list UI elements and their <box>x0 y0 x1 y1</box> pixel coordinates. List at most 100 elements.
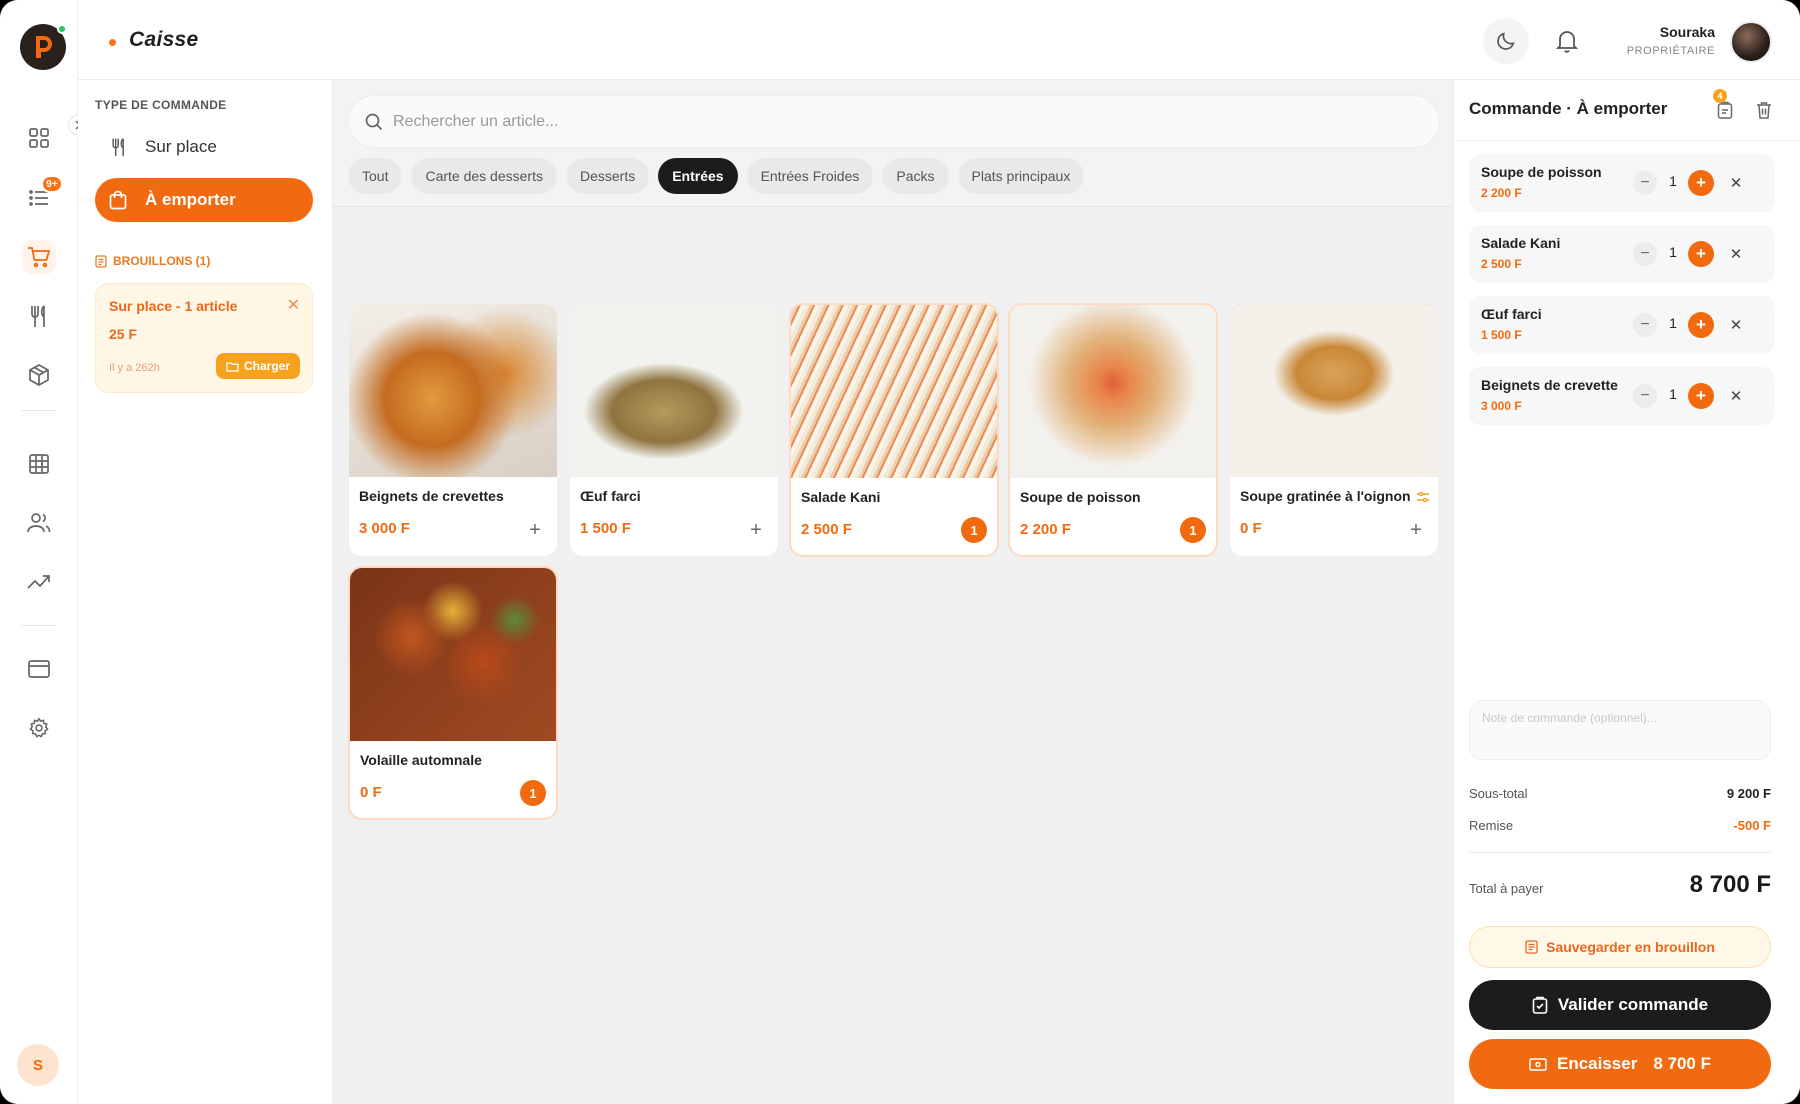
order-type-panel: TYPE DE COMMANDE Sur place À emporter BR… <box>78 80 333 1104</box>
nav-menu[interactable] <box>22 299 56 333</box>
validate-order-button[interactable]: Valider commande <box>1469 980 1771 1030</box>
tables-grid-icon <box>29 454 49 474</box>
cash-icon <box>1529 1057 1547 1071</box>
product-image-autumn-poultry <box>350 568 556 741</box>
minus-icon: − <box>1640 316 1650 333</box>
category-tab-plats-principaux[interactable]: Plats principaux <box>957 158 1085 194</box>
plus-icon: + <box>1696 386 1706 405</box>
clear-order-button[interactable] <box>1752 98 1776 122</box>
plus-icon: + <box>1696 315 1706 334</box>
product-card[interactable]: Soupe gratinée à l'oignon 0 F + <box>1229 303 1439 557</box>
nav-analytics[interactable] <box>22 565 56 599</box>
search-bar[interactable] <box>348 95 1440 148</box>
nav-dashboard[interactable] <box>22 121 56 155</box>
category-tab-entrees-froides[interactable]: Entrées Froides <box>746 158 874 194</box>
nav-products[interactable] <box>22 358 56 392</box>
order-item-price: 3 000 F <box>1481 399 1522 413</box>
increase-qty-button[interactable]: + <box>1688 241 1714 267</box>
product-card[interactable]: Soupe de poisson 2 200 F 1 <box>1008 303 1218 557</box>
user-name: Souraka <box>1659 24 1715 40</box>
order-type-takeaway[interactable]: À emporter <box>95 178 313 222</box>
moon-icon <box>1497 32 1515 50</box>
increase-qty-button[interactable]: + <box>1688 170 1714 196</box>
close-icon: ✕ <box>1729 246 1743 263</box>
nav-payments[interactable] <box>22 652 56 686</box>
product-card[interactable]: Œuf farci 1 500 F + <box>569 303 779 557</box>
minus-icon: − <box>1640 174 1650 191</box>
add-to-order-button[interactable]: + <box>523 518 547 542</box>
product-card[interactable]: Volaille automnale 0 F 1 <box>348 566 558 820</box>
plus-icon: + <box>529 518 541 541</box>
product-grid: Beignets de crevettes 3 000 F + Œuf farc… <box>333 206 1453 1104</box>
increase-qty-button[interactable]: + <box>1688 312 1714 338</box>
order-note-field[interactable] <box>1469 700 1771 760</box>
order-type-on-site[interactable]: Sur place <box>95 125 313 169</box>
category-tab-packs[interactable]: Packs <box>882 158 949 194</box>
order-line-item: Beignets de crevette 3 000 F − 1 + ✕ <box>1469 367 1775 425</box>
decrease-qty-button[interactable]: − <box>1633 242 1657 266</box>
remove-item-button[interactable]: ✕ <box>1725 314 1747 336</box>
close-icon: ✕ <box>1729 175 1743 192</box>
order-line-item: Salade Kani 2 500 F − 1 + ✕ <box>1469 225 1775 283</box>
save-draft-label: Sauvegarder en brouillon <box>1546 939 1715 955</box>
order-item-price: 2 500 F <box>1481 257 1522 271</box>
user-avatar[interactable] <box>1730 21 1772 63</box>
add-to-order-button[interactable]: + <box>744 518 768 542</box>
subtotal-row: Sous-total 9 200 F <box>1469 786 1771 801</box>
order-item-qty: 1 <box>1669 244 1677 260</box>
discount-value: -500 F <box>1733 818 1771 833</box>
order-type-takeaway-label: À emporter <box>145 190 236 209</box>
decrease-qty-button[interactable]: − <box>1633 384 1657 408</box>
product-name: Œuf farci <box>580 488 641 504</box>
increase-qty-button[interactable]: + <box>1688 383 1714 409</box>
draft-doc-icon <box>95 254 107 268</box>
product-image-onion-soup <box>1230 304 1438 477</box>
category-tab-carte-des-desserts[interactable]: Carte des desserts <box>411 158 557 194</box>
save-draft-button[interactable]: Sauvegarder en brouillon <box>1469 926 1771 968</box>
checkout-button[interactable]: Encaisser 8 700 F <box>1469 1039 1771 1089</box>
category-tabs: Tout Carte des desserts Desserts Entrées… <box>348 158 1085 194</box>
nav-settings[interactable] <box>22 711 56 745</box>
dark-mode-toggle[interactable] <box>1483 18 1529 64</box>
options-icon <box>1417 491 1429 503</box>
utensils-icon <box>109 137 135 157</box>
user-initial-avatar[interactable]: S <box>17 1044 59 1086</box>
load-draft-button[interactable]: Charger <box>216 353 300 379</box>
clipboard-icon <box>1717 101 1733 119</box>
bell-icon <box>1556 31 1578 53</box>
page-title: Caisse <box>129 28 199 51</box>
order-line-item: Œuf farci 1 500 F − 1 + ✕ <box>1469 296 1775 354</box>
product-name: Soupe gratinée à l'oignon <box>1240 488 1411 504</box>
order-item-price: 1 500 F <box>1481 328 1522 342</box>
title-dot <box>109 39 116 46</box>
nav-tables[interactable] <box>22 447 56 481</box>
order-line-item: Soupe de poisson 2 200 F − 1 + ✕ <box>1469 154 1775 212</box>
remove-item-button[interactable]: ✕ <box>1725 243 1747 265</box>
delete-draft-button[interactable]: ✕ <box>287 295 300 315</box>
product-card[interactable]: Salade Kani 2 500 F 1 <box>789 303 999 557</box>
folder-open-icon <box>226 361 239 372</box>
category-tab-entrees[interactable]: Entrées <box>658 158 738 194</box>
product-price: 2 200 F <box>1020 521 1071 538</box>
nav-cart[interactable] <box>22 240 56 274</box>
product-name: Salade Kani <box>801 489 881 505</box>
app-logo[interactable] <box>20 24 67 70</box>
decrease-qty-button[interactable]: − <box>1633 313 1657 337</box>
subtotal-value: 9 200 F <box>1726 786 1771 801</box>
search-input[interactable] <box>393 112 1293 131</box>
notifications-button[interactable] <box>1544 18 1590 64</box>
remove-item-button[interactable]: ✕ <box>1725 385 1747 407</box>
order-panel: Commande · À emporter 4 Soupe de poisson… <box>1453 80 1800 1104</box>
product-card[interactable]: Beignets de crevettes 3 000 F + <box>348 303 558 557</box>
draft-card[interactable]: Sur place - 1 article ✕ 25 F Il y a 262h… <box>95 283 313 393</box>
remove-item-button[interactable]: ✕ <box>1725 172 1747 194</box>
nav-customers[interactable] <box>22 506 56 540</box>
decrease-qty-button[interactable]: − <box>1633 171 1657 195</box>
product-price: 0 F <box>1240 520 1262 537</box>
category-tab-desserts[interactable]: Desserts <box>565 158 650 194</box>
top-header: Caisse Souraka PROPRIÉTAIRE <box>78 0 1800 80</box>
checkout-amount: 8 700 F <box>1653 1054 1711 1073</box>
category-tab-tout[interactable]: Tout <box>348 158 403 194</box>
subtotal-label: Sous-total <box>1469 786 1528 801</box>
add-to-order-button[interactable]: + <box>1404 518 1428 542</box>
